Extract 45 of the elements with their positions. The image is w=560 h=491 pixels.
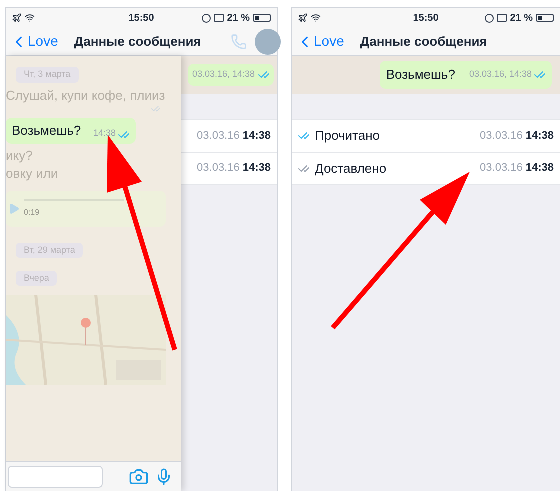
airplane-icon xyxy=(298,13,308,23)
battery-percent: 21 % xyxy=(510,12,533,26)
receipt-label: Доставлено xyxy=(315,160,387,178)
screen-title: Данные сообщения xyxy=(360,32,488,51)
receipt-label: Прочитано xyxy=(315,127,380,146)
message-time: 03.03.16, 14:38 xyxy=(192,68,255,82)
message-input[interactable] xyxy=(8,466,103,488)
wifi-icon xyxy=(311,13,321,23)
back-button[interactable]: Love xyxy=(296,31,344,52)
wifi-icon xyxy=(25,13,35,23)
voice-duration: 0:19 xyxy=(24,206,41,218)
double-check-icon xyxy=(118,128,130,140)
message-bubble[interactable]: 03.03.16, 14:38 xyxy=(188,64,274,86)
message-bubble[interactable]: Возьмешь? 14:38 xyxy=(6,118,136,144)
screen-title: Данные сообщения xyxy=(74,32,202,51)
receipt-time: 14:38 xyxy=(242,161,271,176)
battery-icon xyxy=(536,14,554,22)
clock-time: 15:50 xyxy=(128,12,154,26)
receipt-date: 03.03.16 xyxy=(197,128,240,144)
receipt-date: 03.03.16 xyxy=(197,161,240,176)
camera-icon[interactable] xyxy=(129,466,149,486)
receipt-time: 14:38 xyxy=(526,161,554,176)
receipt-date: 03.03.16 xyxy=(480,128,523,144)
phone-icon[interactable] xyxy=(231,34,247,50)
battery-icon xyxy=(252,14,271,22)
receipt-date: 03.03.16 xyxy=(480,161,523,176)
message-text: Слушай, купи кофе, плииз xyxy=(6,88,166,104)
microphone-icon[interactable] xyxy=(155,468,173,486)
message-text: ику? xyxy=(6,148,33,164)
avatar[interactable] xyxy=(255,28,281,54)
message-text: Возьмешь? xyxy=(386,66,456,84)
clock-time: 15:50 xyxy=(413,12,439,26)
back-button[interactable]: Love xyxy=(10,31,58,52)
receipt-time: 14:38 xyxy=(242,128,271,144)
play-icon xyxy=(8,202,20,214)
message-time: 03.03.16, 14:38 xyxy=(469,68,532,82)
double-check-icon xyxy=(258,69,270,81)
message-bubble[interactable]: Возьмешь? 03.03.16, 14:38 xyxy=(380,61,552,89)
battery-percent: 21 % xyxy=(227,12,250,26)
double-check-icon xyxy=(534,69,546,81)
airplane-icon xyxy=(12,13,22,23)
receipt-time: 14:38 xyxy=(526,128,554,144)
message-text: Возьмешь? xyxy=(12,122,82,140)
message-time: 14:38 xyxy=(93,127,116,140)
message-text: овку или xyxy=(6,166,58,182)
